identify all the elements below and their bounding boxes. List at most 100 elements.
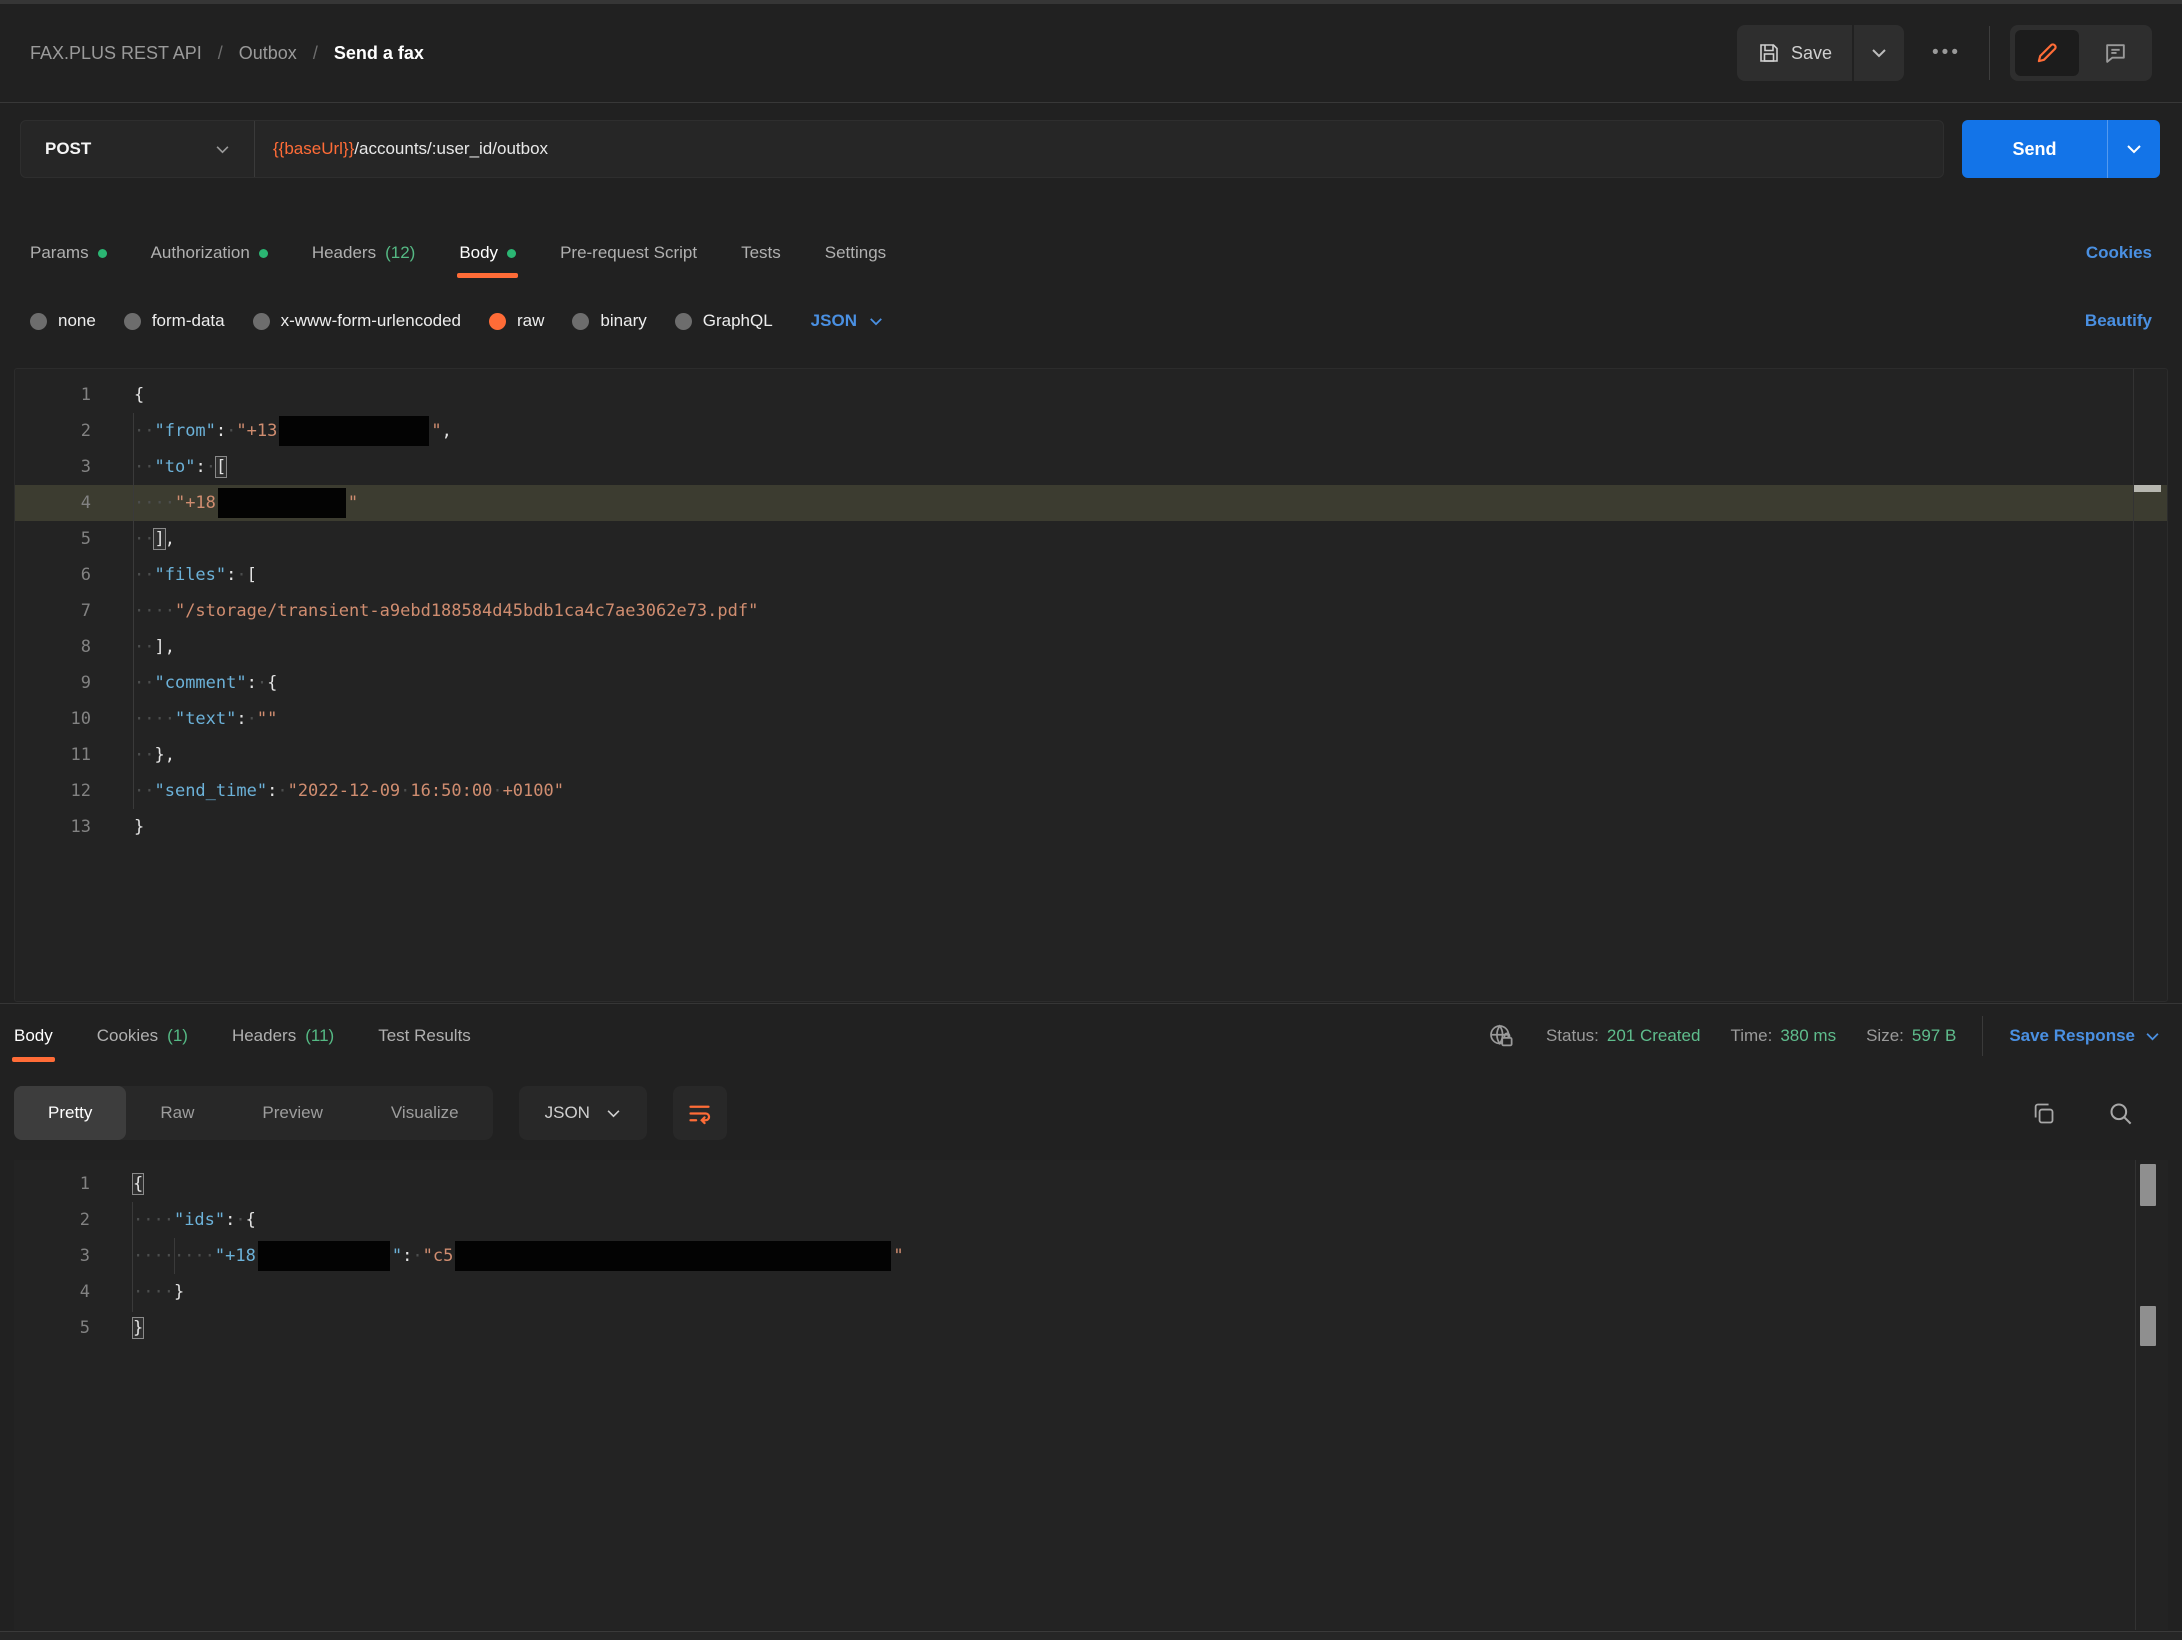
code-line[interactable]: 11··}, (15, 737, 2167, 773)
view-tab-preview[interactable]: Preview (228, 1086, 356, 1140)
code-line[interactable]: 1{ (14, 1166, 2168, 1202)
request-body-editor[interactable]: 1{2··"from":·"+13",3··"to":·[4····"+18"5… (14, 368, 2168, 1002)
tab-params[interactable]: Params (30, 228, 107, 278)
radio-none[interactable]: none (30, 311, 96, 331)
search-icon[interactable] (2107, 1100, 2134, 1127)
code-line[interactable]: 8··], (15, 629, 2167, 665)
code-line[interactable]: 5··], (15, 521, 2167, 557)
scrollbar-track[interactable] (2133, 369, 2134, 1001)
save-split-button: Save (1737, 25, 1904, 81)
chevron-down-icon (2145, 1032, 2160, 1041)
code-line[interactable]: 5} (14, 1310, 2168, 1346)
chevron-down-icon (215, 145, 230, 154)
code-line[interactable]: 12··"send_time":·"2022-12-09·16:50:00·+0… (15, 773, 2167, 809)
code-line[interactable]: 2··"from":·"+13", (15, 413, 2167, 449)
header-divider (1989, 26, 1990, 80)
scrollbar-thumb[interactable] (2140, 1164, 2156, 1206)
scrollbar-track[interactable] (2135, 1160, 2136, 1630)
radio-graphql[interactable]: GraphQL (675, 311, 773, 331)
body-language-selector[interactable]: JSON (811, 311, 883, 331)
code-line[interactable]: 6··"files":·[ (15, 557, 2167, 593)
view-tab-raw[interactable]: Raw (126, 1086, 228, 1140)
radio-raw[interactable]: raw (489, 311, 544, 331)
response-body-editor[interactable]: 1{2····"ids":·{3········"+18":·"c5"4····… (14, 1160, 2168, 1630)
scrollbar-thumb[interactable] (2140, 1306, 2156, 1346)
comments-button[interactable] (2083, 30, 2147, 76)
chevron-down-icon (606, 1109, 621, 1118)
response-tab-test-results[interactable]: Test Results (378, 1010, 471, 1062)
method-selector[interactable]: POST (21, 121, 255, 177)
line-number: 4 (15, 485, 91, 521)
code-line[interactable]: 2····"ids":·{ (14, 1202, 2168, 1238)
code-line[interactable]: 4····"+18" (15, 485, 2167, 521)
radio-form-data[interactable]: form-data (124, 311, 225, 331)
code-token: : (225, 1210, 235, 1230)
code-line[interactable]: 3········"+18":·"c5" (14, 1238, 2168, 1274)
redaction-box (218, 488, 346, 518)
save-button[interactable]: Save (1737, 25, 1852, 81)
code-key: "from" (154, 421, 215, 441)
tab-body[interactable]: Body (459, 228, 516, 278)
response-tab-cookies[interactable]: Cookies (1) (97, 1010, 188, 1062)
response-language-selector[interactable]: JSON (519, 1086, 647, 1140)
code-token: ·· (134, 781, 154, 801)
code-line[interactable]: 13} (15, 809, 2167, 845)
save-options-button[interactable] (1854, 25, 1904, 81)
code-key: "files" (154, 565, 226, 585)
line-number: 2 (14, 1202, 90, 1238)
tab-settings[interactable]: Settings (825, 228, 886, 278)
response-tab-body-label: Body (14, 1026, 53, 1046)
response-tab-headers[interactable]: Headers (11) (232, 1010, 334, 1062)
code-line[interactable]: 4····} (14, 1274, 2168, 1310)
tab-settings-label: Settings (825, 243, 886, 263)
line-number: 13 (15, 809, 91, 845)
status-value: 201 Created (1607, 1026, 1701, 1046)
beautify-link[interactable]: Beautify (2085, 311, 2152, 331)
code-token: : (267, 781, 277, 801)
pane-splitter[interactable] (0, 1003, 2182, 1004)
code-key: " (392, 1246, 402, 1266)
radio-circle-icon (253, 313, 270, 330)
globe-lock-icon[interactable] (1486, 1021, 1516, 1051)
save-response-button[interactable]: Save Response (2009, 1026, 2160, 1046)
code-key: "send_time" (154, 781, 267, 801)
code-token: [ (216, 457, 226, 477)
response-header: Body Cookies (1) Headers (11) Test Resul… (14, 1010, 2160, 1062)
code-line[interactable]: 7····"/storage/transient-a9ebd188584d45b… (15, 593, 2167, 629)
response-tab-body[interactable]: Body (14, 1010, 53, 1062)
tab-authorization[interactable]: Authorization (151, 228, 268, 278)
breadcrumb-collection[interactable]: FAX.PLUS REST API (30, 43, 202, 64)
url-input[interactable]: {{baseUrl}}/accounts/:user_id/outbox (255, 139, 566, 159)
view-tab-visualize[interactable]: Visualize (357, 1086, 493, 1140)
send-button[interactable]: Send (1962, 120, 2108, 178)
radio-binary[interactable]: binary (572, 311, 646, 331)
send-options-button[interactable] (2108, 120, 2160, 178)
size-label: Size: (1866, 1026, 1904, 1046)
response-action-icons (2030, 1100, 2160, 1127)
tab-authorization-label: Authorization (151, 243, 250, 263)
code-line[interactable]: 3··"to":·[ (15, 449, 2167, 485)
more-actions-button[interactable]: ••• (1924, 42, 1969, 64)
size-value: 597 B (1912, 1026, 1956, 1046)
tab-pre-request-script[interactable]: Pre-request Script (560, 228, 697, 278)
line-number: 10 (15, 701, 91, 737)
request-tabs: Params Authorization Headers (12) Body P… (30, 228, 2152, 278)
code-line[interactable]: 1{ (15, 377, 2167, 413)
breadcrumb-folder[interactable]: Outbox (239, 43, 297, 64)
scrollbar-line-mark[interactable] (2134, 485, 2161, 492)
radio-circle-icon (124, 313, 141, 330)
code-token: ·· (134, 637, 154, 657)
view-tab-pretty[interactable]: Pretty (14, 1086, 126, 1140)
cookies-link[interactable]: Cookies (2086, 243, 2152, 263)
code-key: "ids" (174, 1210, 225, 1230)
response-tab-headers-count: (11) (305, 1026, 334, 1046)
tab-tests[interactable]: Tests (741, 228, 781, 278)
code-line[interactable]: 9··"comment":·{ (15, 665, 2167, 701)
copy-icon[interactable] (2030, 1100, 2057, 1127)
radio-x-www-form-urlencoded[interactable]: x-www-form-urlencoded (253, 311, 461, 331)
edit-mode-button[interactable] (2015, 30, 2079, 76)
tab-headers[interactable]: Headers (12) (312, 228, 416, 278)
response-body-code: 1{2····"ids":·{3········"+18":·"c5"4····… (14, 1160, 2168, 1346)
code-line[interactable]: 10····"text":·"" (15, 701, 2167, 737)
wrap-lines-button[interactable] (673, 1086, 727, 1140)
